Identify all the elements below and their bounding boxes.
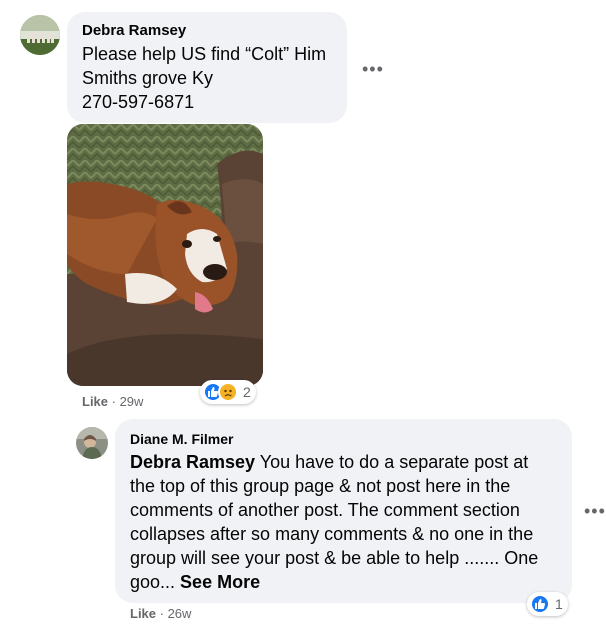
comment-line: Smiths grove Ky <box>82 68 214 88</box>
reply-line: comments of another post. The comment se… <box>130 500 520 520</box>
like-button[interactable]: Like <box>130 606 156 621</box>
more-options-icon[interactable]: ••• <box>362 60 383 78</box>
reply-line-text: goo... <box>130 572 181 592</box>
reactions-summary[interactable]: 2 <box>200 380 256 404</box>
reaction-count: 2 <box>243 384 251 400</box>
like-button[interactable]: Like <box>82 394 108 409</box>
diane-filmer-avatar[interactable] <box>76 427 108 459</box>
comment-meta: Like · 29w <box>82 394 143 409</box>
comment-line: Please help US find “Colt” Him <box>82 44 327 64</box>
reply-bubble: Diane M. Filmer Debra Ramsey You have to… <box>115 419 572 603</box>
comment-photo[interactable] <box>67 124 263 386</box>
reply-line: group will see your post & be able to he… <box>130 548 539 568</box>
reply-author[interactable]: Diane M. Filmer <box>130 431 233 447</box>
comment-text: Please help US find “Colt” Him Smiths gr… <box>82 42 326 114</box>
mention-link[interactable]: Debra Ramsey <box>130 452 255 472</box>
comment-time[interactable]: 26w <box>168 606 192 621</box>
reply-reactions-summary[interactable]: 1 <box>527 592 568 616</box>
debra-ramsey-avatar[interactable] <box>20 15 60 55</box>
see-more-link[interactable]: See More <box>180 572 260 592</box>
reply-text: Debra Ramsey You have to do a separate p… <box>130 450 538 594</box>
reply-line-text: You have to do a separate post at <box>255 452 529 472</box>
reaction-count: 1 <box>555 596 563 612</box>
reply-more-options-icon[interactable]: ••• <box>584 502 605 520</box>
reply-line: collapses after so many comments & no on… <box>130 524 534 544</box>
reply-meta: Like · 26w <box>130 606 191 621</box>
sad-reaction-icon <box>218 382 238 402</box>
reply-line: Debra Ramsey You have to do a separate p… <box>130 450 538 474</box>
like-reaction-icon <box>530 594 550 614</box>
comment-time[interactable]: 29w <box>120 394 144 409</box>
comment-author[interactable]: Debra Ramsey <box>82 22 186 39</box>
meta-separator: · <box>156 606 168 621</box>
meta-separator: · <box>108 394 120 409</box>
reply-line: goo... See More <box>130 570 538 594</box>
comment-bubble: Debra Ramsey Please help US find “Colt” … <box>67 12 347 123</box>
reply-line: the top of this group page & not post he… <box>130 476 511 496</box>
dog-photo-image <box>67 124 263 386</box>
comment-line: 270-597-6871 <box>82 92 195 112</box>
